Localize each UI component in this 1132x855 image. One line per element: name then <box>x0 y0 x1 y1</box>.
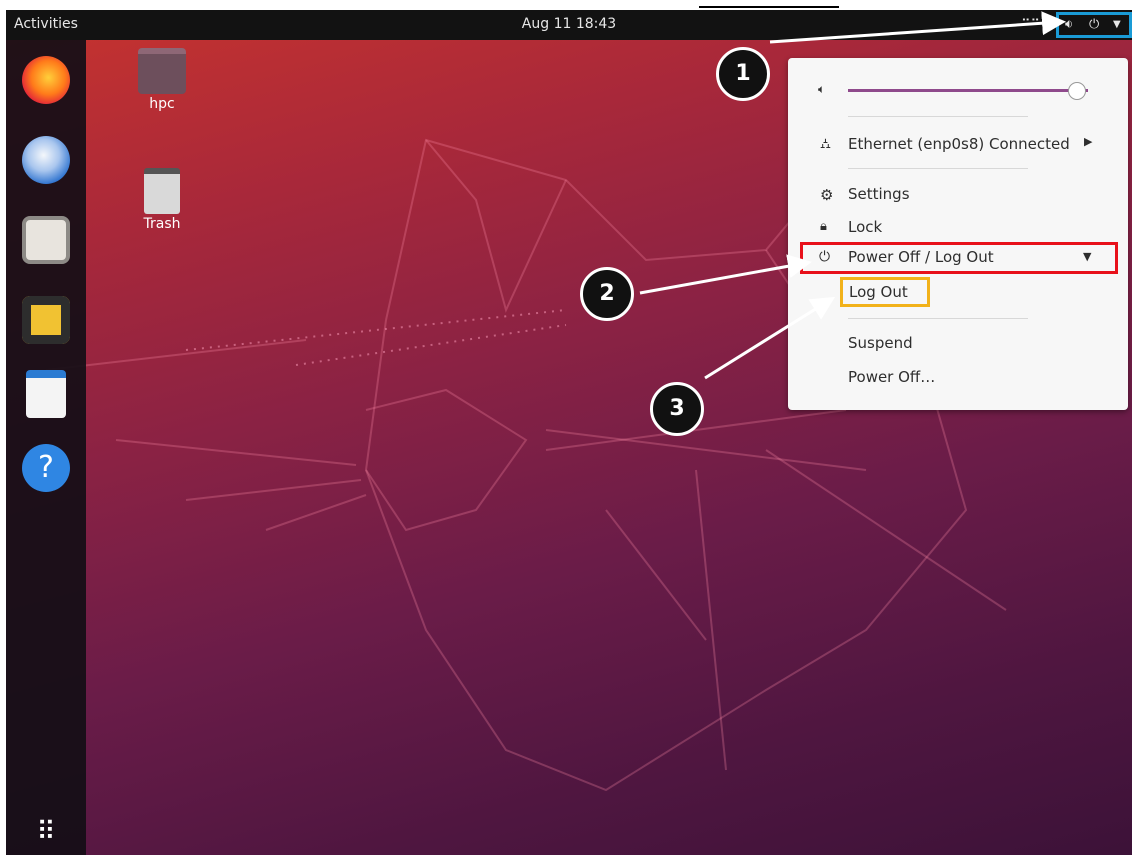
dock: ? ⠿ <box>6 40 86 855</box>
libreoffice-writer-icon[interactable] <box>26 370 66 418</box>
callout-1: 1 <box>716 47 770 101</box>
chevron-down-icon: ▼ <box>1113 19 1121 30</box>
menu-separator <box>848 116 1028 117</box>
files-icon[interactable] <box>22 216 70 264</box>
volume-row: 🔈︎ <box>788 76 1128 104</box>
trash-icon <box>144 168 180 214</box>
gear-icon: ⚙ <box>820 186 834 204</box>
power-icon: ⏻ <box>1089 17 1100 32</box>
header-underline <box>699 6 839 8</box>
suspend-item[interactable]: Suspend <box>788 329 1128 357</box>
lock-label: Lock <box>848 218 883 236</box>
chevron-right-icon: ▶ <box>1084 135 1093 148</box>
ubuntu-desktop: Activities Aug 11 18:43 ⠒⠒ 🔉︎ ⏻ ▼ ? ⠿ hp… <box>6 10 1132 855</box>
callout-3: 3 <box>650 382 704 436</box>
log-out-item[interactable]: Log Out <box>840 277 930 307</box>
settings-label: Settings <box>848 185 910 203</box>
lock-icon: 🔒︎ <box>820 219 827 234</box>
help-icon[interactable]: ? <box>22 444 70 492</box>
clock[interactable]: Aug 11 18:43 <box>6 16 1132 32</box>
suspend-label: Suspend <box>848 334 913 352</box>
menu-separator <box>848 318 1028 319</box>
volume-slider-handle[interactable] <box>1068 82 1086 100</box>
rhythmbox-icon[interactable] <box>22 296 70 344</box>
desktop-item-home-folder[interactable]: hpc <box>132 48 192 112</box>
settings-item[interactable]: ⚙ Settings <box>788 180 1128 208</box>
power-off-item[interactable]: Power Off… <box>788 363 1128 391</box>
system-tray[interactable]: 🔉︎ ⏻ ▼ <box>1056 12 1132 38</box>
network-icon[interactable]: ⠒⠒ <box>1021 14 1040 29</box>
desktop-item-label: Trash <box>143 216 181 232</box>
power-off-log-out-item[interactable]: ⏻ Power Off / Log Out ▼ <box>800 242 1118 274</box>
volume-icon: 🔉︎ <box>1065 17 1074 32</box>
power-off-log-out-label: Power Off / Log Out <box>848 248 994 266</box>
desktop-item-trash[interactable]: Trash <box>132 168 192 232</box>
home-folder-icon <box>138 48 186 94</box>
ethernet-item[interactable]: ⛼ Ethernet (enp0s8) Connected ▶ <box>788 130 1128 158</box>
power-off-label: Power Off… <box>848 368 936 386</box>
volume-icon: 🔈︎ <box>818 82 826 96</box>
system-menu: 🔈︎ ⛼ Ethernet (enp0s8) Connected ▶ ⚙ Set… <box>788 58 1128 410</box>
network-wired-icon: ⛼ <box>820 136 831 152</box>
desktop-item-label: hpc <box>149 96 175 112</box>
lock-item[interactable]: 🔒︎ Lock <box>788 213 1128 241</box>
ethernet-label: Ethernet (enp0s8) Connected <box>848 135 1070 153</box>
log-out-label: Log Out <box>849 283 908 301</box>
volume-slider-track[interactable] <box>848 89 1088 92</box>
callout-2: 2 <box>580 267 634 321</box>
power-icon: ⏻ <box>819 249 831 265</box>
thunderbird-icon[interactable] <box>22 136 70 184</box>
top-bar: Activities Aug 11 18:43 ⠒⠒ 🔉︎ ⏻ ▼ <box>6 10 1132 40</box>
firefox-icon[interactable] <box>22 56 70 104</box>
chevron-down-icon: ▼ <box>1083 250 1092 263</box>
app-grid-icon[interactable]: ⠿ <box>30 816 62 848</box>
menu-separator <box>848 168 1028 169</box>
